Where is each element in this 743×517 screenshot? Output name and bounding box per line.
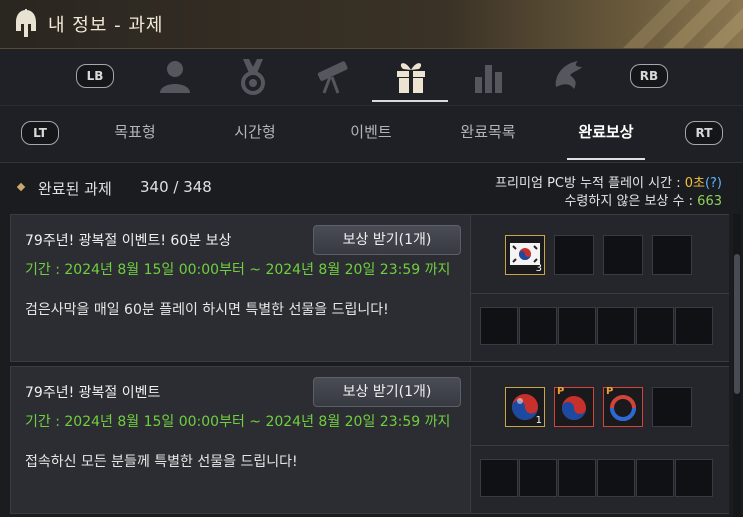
help-icon[interactable]: (?) bbox=[705, 176, 722, 191]
empty-reward-slot bbox=[652, 387, 692, 427]
unclaimed-rewards: 수령하지 않은 보상 수 : 663 bbox=[564, 190, 722, 209]
korean-flag-icon[interactable]: 3 bbox=[505, 235, 545, 275]
gift-icon[interactable] bbox=[391, 57, 431, 95]
quest-title: 79주년! 광복절 이벤트! 60분 보상 bbox=[25, 233, 232, 249]
telescope-icon[interactable] bbox=[312, 57, 352, 95]
scrollbar[interactable] bbox=[733, 214, 741, 517]
premium-label: 프리미엄 PC방 누적 플레이 시간 : bbox=[495, 176, 681, 191]
category-icon-bar: LB RB bbox=[0, 49, 743, 106]
tab-active-indicator bbox=[567, 158, 645, 160]
empty-reward-slot bbox=[558, 459, 596, 497]
lt-button[interactable]: LT bbox=[21, 121, 59, 145]
taegeuk-orb-icon[interactable]: P bbox=[554, 386, 594, 427]
diamond-bullet-icon bbox=[16, 182, 26, 192]
scrollbar-thumb[interactable] bbox=[734, 254, 740, 394]
empty-reward-slot bbox=[480, 307, 518, 345]
completed-label: 완료된 과제 bbox=[38, 180, 112, 198]
tab-time[interactable]: 시간형 bbox=[220, 121, 290, 142]
taegeuk-orb-icon[interactable]: 1 bbox=[505, 387, 545, 427]
taegeuk-ring-icon[interactable]: P bbox=[603, 386, 643, 427]
reward-slots: 3 bbox=[470, 215, 729, 361]
stats-icon[interactable] bbox=[469, 57, 509, 95]
claim-reward-button[interactable]: 보상 받기(1개) bbox=[313, 377, 461, 407]
premium-pc-time: 프리미엄 PC방 누적 플레이 시간 : 0초(?) bbox=[495, 172, 722, 191]
quest-tab-bar: LT 목표형 시간형 이벤트 완료목록 완료보상 RT bbox=[0, 106, 743, 163]
empty-reward-slot bbox=[519, 459, 557, 497]
empty-reward-slot bbox=[519, 307, 557, 345]
profile-icon[interactable] bbox=[155, 57, 195, 95]
quest-card: 79주년! 광복절 이벤트! 60분 보상 보상 받기(1개) 기간 : 202… bbox=[10, 214, 729, 362]
claim-reward-button[interactable]: 보상 받기(1개) bbox=[313, 225, 461, 255]
empty-reward-slot bbox=[675, 459, 713, 497]
premium-badge: P bbox=[557, 386, 565, 397]
empty-reward-slot bbox=[554, 235, 594, 275]
rb-button[interactable]: RB bbox=[630, 64, 668, 88]
quest-period: 기간 : 2024년 8월 15일 00:00부터 ~ 2024년 8월 20일… bbox=[25, 262, 451, 278]
tab-completed-rewards[interactable]: 완료보상 bbox=[566, 121, 646, 142]
empty-reward-slot bbox=[636, 459, 674, 497]
title-bar: 내 정보 - 과제 bbox=[0, 0, 743, 49]
rt-button[interactable]: RT bbox=[685, 121, 723, 145]
icon-active-indicator bbox=[372, 100, 448, 102]
unclaimed-value: 663 bbox=[697, 194, 722, 209]
empty-reward-slot bbox=[603, 235, 643, 275]
quest-info: 79주년! 광복절 이벤트 보상 받기(1개) 기간 : 2024년 8월 15… bbox=[11, 367, 469, 513]
tab-goal[interactable]: 목표형 bbox=[100, 121, 170, 142]
empty-reward-slot bbox=[636, 307, 674, 345]
quest-title: 79주년! 광복절 이벤트 bbox=[25, 385, 161, 401]
quest-description: 접속하신 모든 분들께 특별한 선물을 드립니다! bbox=[25, 454, 298, 470]
tab-completed-list[interactable]: 완료목록 bbox=[448, 121, 528, 142]
spartan-helmet-icon bbox=[14, 9, 38, 39]
lb-button[interactable]: LB bbox=[76, 64, 114, 88]
unclaimed-label: 수령하지 않은 보상 수 : bbox=[564, 194, 694, 209]
reward-slots: 1 P P bbox=[470, 367, 729, 513]
reward-divider bbox=[471, 445, 729, 446]
quest-card: 79주년! 광복절 이벤트 보상 받기(1개) 기간 : 2024년 8월 15… bbox=[10, 366, 729, 514]
medal-icon[interactable] bbox=[233, 57, 273, 95]
empty-reward-slot bbox=[558, 307, 596, 345]
reward-count: 1 bbox=[535, 415, 542, 426]
tab-event[interactable]: 이벤트 bbox=[336, 121, 406, 142]
quest-description: 검은사막을 매일 60분 플레이 하시면 특별한 선물을 드립니다! bbox=[25, 302, 389, 318]
reward-count: 3 bbox=[535, 263, 542, 274]
premium-badge: P bbox=[606, 386, 614, 397]
premium-value: 0초 bbox=[684, 176, 705, 191]
empty-reward-slot bbox=[597, 459, 635, 497]
empty-reward-slot bbox=[652, 235, 692, 275]
dragon-icon[interactable] bbox=[548, 57, 588, 95]
window-title: 내 정보 - 과제 bbox=[48, 15, 164, 36]
quest-period: 기간 : 2024년 8월 15일 00:00부터 ~ 2024년 8월 20일… bbox=[25, 414, 451, 430]
quest-info: 79주년! 광복절 이벤트! 60분 보상 보상 받기(1개) 기간 : 202… bbox=[11, 215, 469, 361]
empty-reward-slot bbox=[597, 307, 635, 345]
completed-count: 340 / 348 bbox=[140, 178, 212, 196]
title-decoration bbox=[553, 0, 743, 48]
empty-reward-slot bbox=[675, 307, 713, 345]
empty-reward-slot bbox=[480, 459, 518, 497]
reward-divider bbox=[471, 293, 729, 294]
